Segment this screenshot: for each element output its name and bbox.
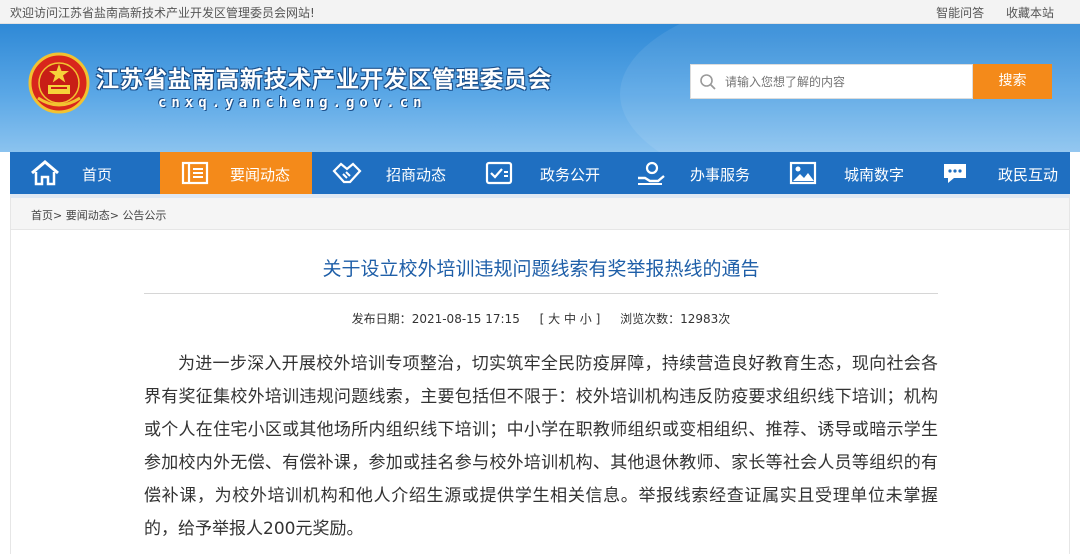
- publish-date-value: 2021-08-15 17:15: [411, 312, 520, 326]
- nav-label-digital-city: 城南数字: [844, 166, 905, 184]
- top-links: 智能问答 收藏本站: [918, 4, 1054, 21]
- search-box: [690, 64, 973, 99]
- nav-label-news: 要闻动态: [230, 166, 291, 184]
- search-icon: [700, 74, 716, 90]
- view-count-label: 浏览次数：: [620, 312, 681, 326]
- article-title: 关于设立校外培训违规问题线索有奖举报热线的通告: [322, 258, 760, 280]
- nav-item-government-affairs[interactable]: 政务公开: [464, 152, 616, 194]
- search-bar: 搜索: [690, 64, 1052, 99]
- welcome-text: 欢迎访问江苏省盐南高新技术产业开发区管理委员会网站!: [10, 6, 315, 20]
- site-title: 江苏省盐南高新技术产业开发区管理委员会: [96, 67, 552, 93]
- breadcrumb-trail: 首页> 要闻动态> 公告公示: [31, 207, 166, 223]
- breadcrumb-notice[interactable]: 公告公示: [122, 209, 166, 222]
- main-nav: 首页 要闻动态 招商动态 政务公开 办事服务 城南数字 政民互动: [10, 152, 1070, 194]
- document-check-icon: [485, 161, 513, 185]
- nav-item-news[interactable]: 要闻动态: [160, 152, 312, 194]
- home-icon: [31, 160, 59, 186]
- publish-date-label: 发布日期：: [351, 312, 412, 326]
- nav-label-government-affairs: 政务公开: [540, 166, 601, 184]
- breadcrumb-separator: >: [53, 209, 63, 222]
- site-domain: cnxq.yancheng.gov.cn: [158, 95, 427, 111]
- nav-label-home: 首页: [82, 166, 113, 184]
- article-body: 为进一步深入开展校外培训专项整治，切实筑牢全民防疫屏障，持续营造良好教育生态，现…: [144, 354, 938, 539]
- nav-item-investment[interactable]: 招商动态: [312, 152, 464, 194]
- article-meta: 发布日期：2021-08-15 17:15 [ 大 中 小 ] 浏览次数：129…: [11, 310, 1071, 327]
- nav-item-digital-city[interactable]: 城南数字: [768, 152, 920, 194]
- national-emblem-icon: [28, 52, 90, 114]
- search-input[interactable]: [725, 70, 965, 94]
- smart-qa-link[interactable]: 智能问答: [936, 6, 984, 20]
- news-icon: [181, 161, 209, 185]
- nav-item-interaction[interactable]: 政民互动: [920, 152, 1070, 194]
- article-container: 关于设立校外培训违规问题线索有奖举报热线的通告 发布日期：2021-08-15 …: [10, 230, 1070, 554]
- nav-item-home[interactable]: 首页: [10, 152, 160, 194]
- site-header: 江苏省盐南高新技术产业开发区管理委员会 cnxq.yancheng.gov.cn…: [0, 24, 1080, 152]
- top-bar: 欢迎访问江苏省盐南高新技术产业开发区管理委员会网站! 智能问答 收藏本站: [0, 0, 1080, 24]
- service-hand-icon: [638, 161, 665, 185]
- title-divider: [144, 293, 938, 294]
- view-count: 浏览次数：12983次: [620, 312, 730, 326]
- view-count-value: 12983次: [680, 312, 731, 326]
- bookmark-site-link[interactable]: 收藏本站: [1006, 6, 1054, 20]
- breadcrumb-separator: >: [109, 209, 119, 222]
- nav-item-services[interactable]: 办事服务: [616, 152, 768, 194]
- breadcrumb: 首页> 要闻动态> 公告公示: [10, 194, 1070, 230]
- chat-bubble-icon: [944, 164, 966, 183]
- nav-label-services: 办事服务: [690, 166, 751, 184]
- handshake-icon: [332, 162, 362, 184]
- nav-label-interaction: 政民互动: [998, 166, 1059, 184]
- font-size-control[interactable]: [ 大 中 小 ]: [540, 312, 601, 326]
- breadcrumb-news[interactable]: 要闻动态: [66, 209, 110, 222]
- publish-date: 发布日期：2021-08-15 17:15: [352, 312, 520, 326]
- picture-icon: [789, 161, 817, 185]
- breadcrumb-home[interactable]: 首页: [31, 209, 53, 222]
- search-button[interactable]: 搜索: [973, 64, 1052, 99]
- nav-label-investment: 招商动态: [386, 166, 447, 184]
